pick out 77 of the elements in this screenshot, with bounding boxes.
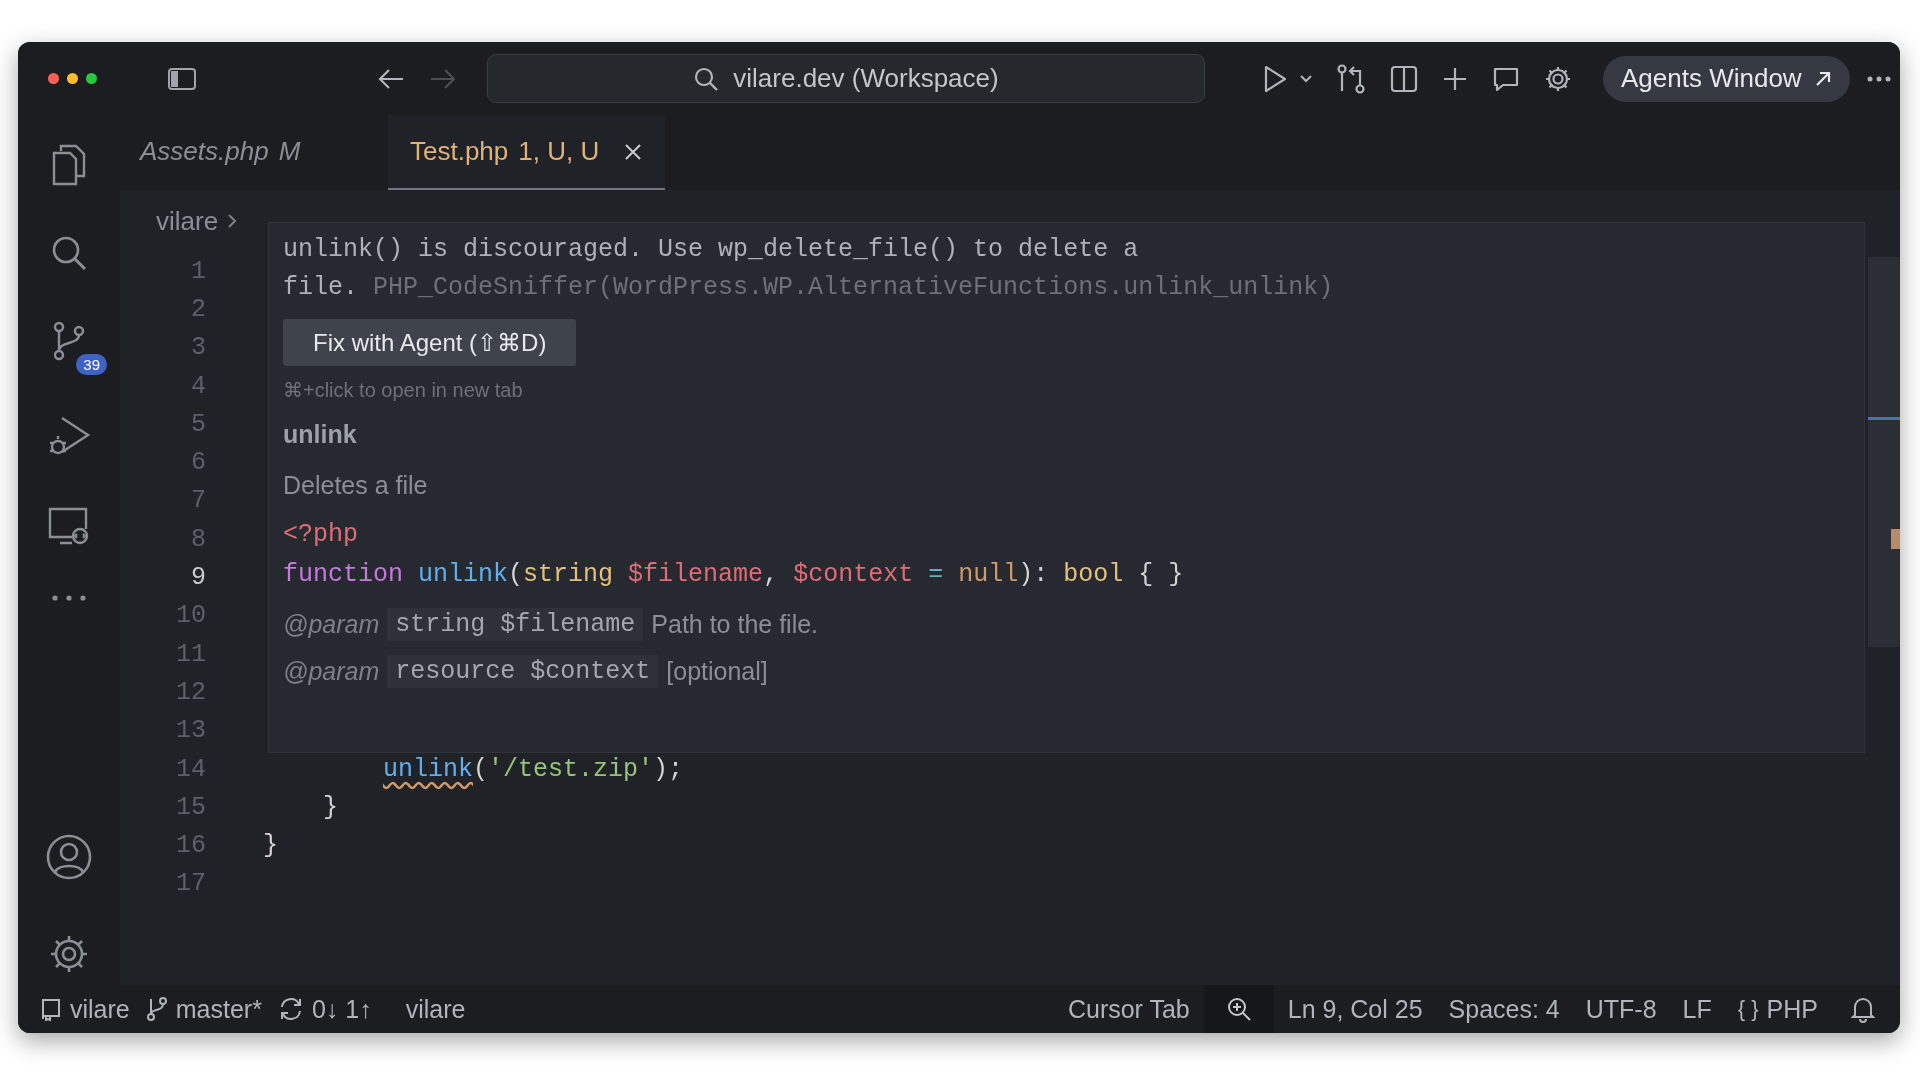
repo-icon	[40, 997, 62, 1021]
branch-icon	[145, 996, 168, 1022]
tab-label: Assets.php	[140, 136, 269, 167]
close-window-icon[interactable]	[48, 73, 59, 84]
tab-label: Test.php	[410, 136, 509, 167]
line-number: 8	[190, 524, 206, 554]
line-number: 9	[190, 563, 206, 592]
line-number: 5	[190, 409, 206, 439]
param-tag: @param	[283, 610, 380, 639]
back-arrow-icon[interactable]	[377, 66, 405, 91]
param-tag: @param	[283, 657, 380, 686]
line-number: 12	[175, 677, 206, 707]
symbol-description: Deletes a file	[283, 471, 429, 500]
line-number: 3	[190, 333, 206, 363]
status-item[interactable]: vilare	[70, 994, 130, 1024]
chevron-down-icon[interactable]	[1299, 73, 1313, 84]
status-item[interactable]: UTF-8	[1585, 994, 1657, 1024]
code-line: }	[323, 792, 338, 822]
line-number: 17	[175, 869, 206, 899]
line-number: 6	[190, 448, 206, 478]
line-number: 15	[175, 792, 206, 822]
line-number: 7	[190, 486, 206, 516]
php-tag: <?php	[283, 516, 1850, 554]
bell-icon[interactable]	[1850, 995, 1876, 1023]
cursor-marker	[1868, 417, 1900, 420]
tab-status: 1, U, U	[518, 136, 600, 167]
line-number: 10	[175, 601, 206, 631]
search-field[interactable]: vilare.dev (Workspace)	[487, 54, 1205, 103]
status-item[interactable]: Ln 9, Col 25	[1287, 994, 1423, 1024]
split-editor-icon[interactable]	[1389, 63, 1419, 94]
status-item[interactable]: vilare	[405, 994, 466, 1024]
zoom-window-icon[interactable]	[86, 73, 97, 84]
line-number: 4	[190, 371, 206, 401]
notification-badge: 39	[76, 354, 107, 375]
line-number: 13	[175, 716, 206, 746]
scrollbar-track[interactable]	[1868, 257, 1900, 647]
symbol-name: unlink	[283, 420, 358, 449]
braces-icon: { }	[1737, 996, 1759, 1022]
line-number: 11	[175, 639, 206, 669]
tab-status: M	[278, 136, 301, 167]
line-number: 1	[190, 256, 206, 286]
more-icon[interactable]	[1865, 74, 1892, 83]
sidebar-toggle-icon[interactable]	[167, 66, 197, 91]
status-item[interactable]: Spaces: 4	[1448, 994, 1560, 1024]
more-icon[interactable]	[49, 593, 89, 603]
compare-changes-icon[interactable]	[1335, 62, 1367, 95]
status-item[interactable]: master*	[175, 994, 262, 1024]
editor-tab[interactable]: Test.php 1, U, U	[388, 115, 666, 190]
warning-marker	[1891, 529, 1900, 549]
account-icon[interactable]	[45, 833, 93, 881]
line-number: 2	[190, 294, 206, 324]
param-type: resource $context	[387, 655, 659, 688]
line-number: 14	[175, 754, 206, 784]
fix-with-agent-button[interactable]: Fix with Agent (⇧⌘D)	[283, 319, 577, 366]
status-item[interactable]: 0↓ 1↑	[311, 994, 372, 1024]
code-line: unlink('/test.zip');	[383, 754, 684, 784]
agents-window-button[interactable]: Agents Window	[1603, 55, 1850, 102]
zoom-button[interactable]	[1203, 985, 1274, 1033]
status-item[interactable]: Cursor Tab	[1067, 994, 1190, 1024]
breadcrumb-item[interactable]: vilare	[156, 205, 219, 237]
param-type: string $filename	[387, 608, 644, 641]
code-line: }	[263, 831, 278, 861]
close-icon[interactable]	[623, 141, 644, 162]
function-signature: function unlink(string $filename, $context = null): bool { }	[283, 559, 1185, 591]
warning-message: unlink() is discouraged. Use wp_delete_file() to delete a file. PHP_CodeSniffer(WordPress.WP.AlternativeFunctions.unlink_unlink)	[283, 235, 1334, 302]
status-item[interactable]: PHP	[1766, 994, 1818, 1024]
chevron-right-icon	[226, 212, 239, 230]
hint-text: ⌘+click to open in new tab	[283, 378, 524, 402]
param-description: [optional]	[666, 657, 768, 686]
settings-icon[interactable]	[48, 933, 90, 975]
line-number: 16	[175, 831, 206, 861]
minimize-window-icon[interactable]	[67, 73, 78, 84]
editor-tab[interactable]: Assets.php M	[120, 115, 388, 190]
search-icon	[693, 65, 720, 92]
status-item[interactable]: LF	[1682, 994, 1712, 1024]
zoom-in-icon	[1225, 996, 1252, 1022]
param-description: Path to the file.	[651, 610, 819, 639]
